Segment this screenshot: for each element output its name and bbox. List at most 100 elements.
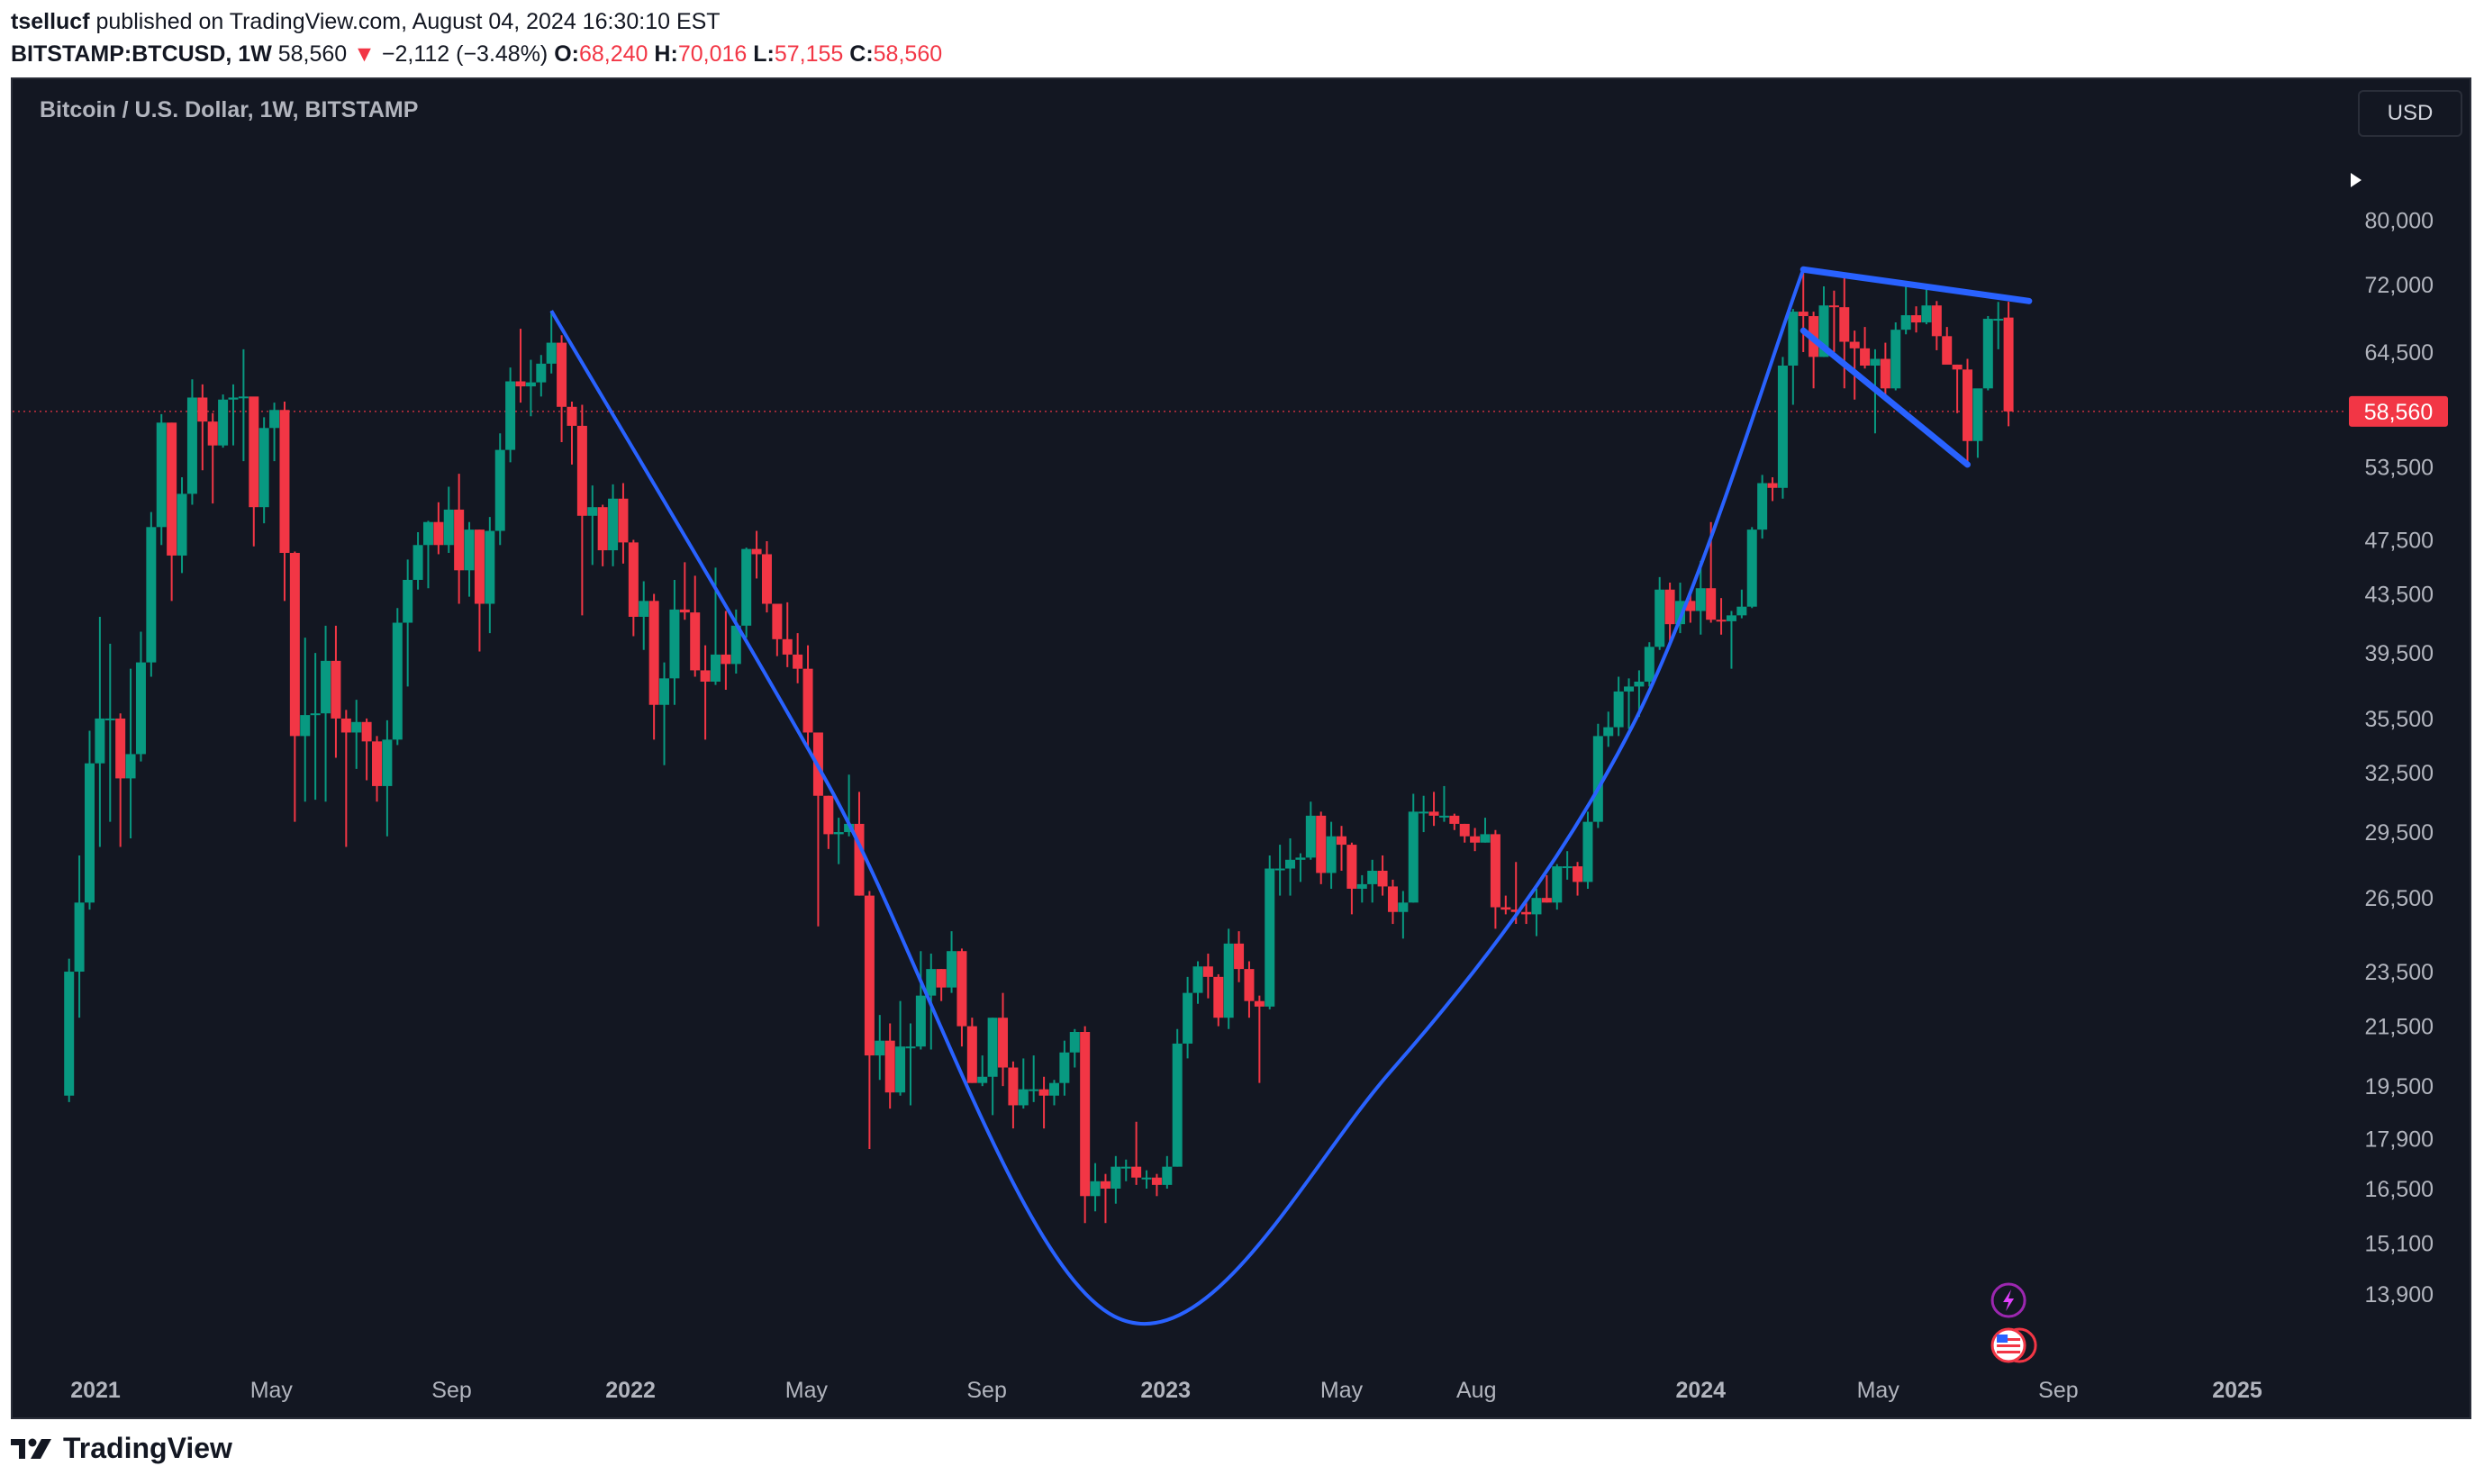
candle-up[interactable] xyxy=(1592,723,1603,828)
candle-body xyxy=(1367,870,1378,884)
candle-body xyxy=(628,542,639,617)
candle-up[interactable] xyxy=(505,367,516,463)
candle-body xyxy=(1398,902,1409,912)
candle-body xyxy=(104,718,115,720)
candle-body xyxy=(1090,1181,1101,1197)
candle-up[interactable] xyxy=(1890,322,1901,391)
candle-up[interactable] xyxy=(494,433,505,546)
candle-body xyxy=(1767,483,1778,488)
last-price: 58,560 xyxy=(277,41,348,67)
candle-body xyxy=(186,397,197,494)
candle-body xyxy=(1746,529,1757,607)
publish-header: tsellucf published on TradingView.com, A… xyxy=(11,5,942,70)
candle-up[interactable] xyxy=(218,394,229,448)
candle-body xyxy=(1562,866,1573,869)
x-tick-label: May xyxy=(1320,1378,1364,1403)
candle-body xyxy=(639,601,649,617)
candle-body xyxy=(1428,811,1439,816)
y-tick-label: 39,500 xyxy=(2365,641,2434,666)
candle-body xyxy=(238,396,249,399)
candle-body xyxy=(1634,681,1645,687)
x-tick-label: 2021 xyxy=(70,1378,121,1403)
candle-body xyxy=(422,521,433,546)
candle-down[interactable] xyxy=(966,1018,977,1083)
candle-body xyxy=(618,498,629,543)
candle-up[interactable] xyxy=(186,379,197,505)
chart-pane[interactable]: 80,00072,00064,50058,50053,50047,50043,5… xyxy=(11,77,2471,1419)
candle-up[interactable] xyxy=(1223,928,1234,1029)
candle-body xyxy=(669,609,680,679)
us-flag-event-icon[interactable] xyxy=(1990,1327,2037,1363)
y-tick-label: 43,500 xyxy=(2365,582,2434,607)
candle-up[interactable] xyxy=(1582,811,1593,889)
tradingview-footer[interactable]: TradingView xyxy=(11,1432,232,1465)
candle-body xyxy=(1952,364,1963,370)
candle-body xyxy=(1326,836,1337,873)
candle-up[interactable] xyxy=(1172,1028,1183,1167)
candle-up[interactable] xyxy=(156,413,167,546)
candle-body xyxy=(361,721,372,742)
lightning-event-icon[interactable] xyxy=(1990,1282,2026,1318)
candle-body xyxy=(1757,483,1768,530)
candle-body xyxy=(279,410,290,554)
x-tick-label: Sep xyxy=(431,1378,471,1403)
y-tick-label: 21,500 xyxy=(2365,1015,2434,1040)
candle-down[interactable] xyxy=(1080,1026,1091,1224)
candle-body xyxy=(1356,883,1367,889)
candle-body xyxy=(597,507,608,551)
candle-body xyxy=(1706,588,1717,620)
candle-body xyxy=(741,548,752,626)
candle-body xyxy=(1870,358,1881,366)
high-label: H: xyxy=(654,41,678,67)
candle-up[interactable] xyxy=(146,511,157,677)
candle-body xyxy=(721,654,731,665)
candle-body xyxy=(1849,341,1860,348)
candle-body xyxy=(659,678,670,705)
x-tick-label: Aug xyxy=(1456,1378,1496,1403)
low-value: 57,155 xyxy=(774,41,844,67)
candle-up[interactable] xyxy=(64,958,75,1102)
candle-body xyxy=(74,902,85,973)
candle-down[interactable] xyxy=(2003,302,2014,427)
y-tick-label: 17,900 xyxy=(2365,1127,2434,1152)
candle-body xyxy=(956,951,967,1027)
candle-body xyxy=(84,763,95,903)
y-tick-label: 29,500 xyxy=(2365,820,2434,846)
x-tick-label: Sep xyxy=(2038,1378,2078,1403)
low-label: L: xyxy=(753,41,775,67)
candle-up[interactable] xyxy=(1757,475,1768,539)
candle-up[interactable] xyxy=(1265,855,1275,1009)
candle-body xyxy=(1788,312,1799,366)
candle-up[interactable] xyxy=(741,547,752,638)
candle-body xyxy=(926,969,937,996)
candle-up[interactable] xyxy=(392,608,403,746)
chart-svg[interactable]: 80,00072,00064,50058,50053,50047,50043,5… xyxy=(13,79,2470,1417)
candle-up[interactable] xyxy=(1777,357,1788,499)
candle-body xyxy=(485,530,495,604)
currency-button[interactable]: USD xyxy=(2358,90,2462,137)
x-tick-label: 2022 xyxy=(605,1378,656,1403)
candle-body xyxy=(884,1040,895,1093)
open-label: O: xyxy=(554,41,579,67)
high-value: 70,016 xyxy=(677,41,748,67)
candle-body xyxy=(228,397,239,400)
y-tick-label: 64,500 xyxy=(2365,340,2434,366)
candle-body xyxy=(1993,319,2004,321)
candle-body xyxy=(1828,305,1839,308)
candle-body xyxy=(1592,736,1603,822)
candle-body xyxy=(875,1040,885,1056)
candle-body xyxy=(1582,821,1593,882)
candle-up[interactable] xyxy=(1746,527,1757,609)
candle-body xyxy=(1048,1082,1059,1096)
candle-body xyxy=(289,553,300,737)
candle-body xyxy=(403,579,413,623)
candle-body xyxy=(1151,1177,1162,1185)
candle-body xyxy=(1716,620,1727,622)
candle-body xyxy=(454,509,465,571)
candle-body xyxy=(392,622,403,740)
candle-up[interactable] xyxy=(1982,316,1993,391)
candle-body xyxy=(1295,857,1306,860)
author-name[interactable]: tsellucf xyxy=(11,9,90,34)
candle-body xyxy=(802,668,813,733)
candle-body xyxy=(177,493,187,556)
